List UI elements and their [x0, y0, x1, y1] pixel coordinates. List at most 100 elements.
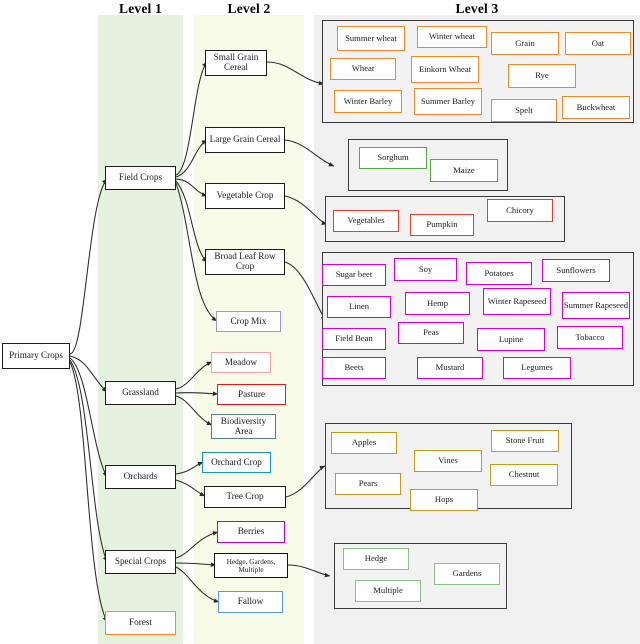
leaf-label: Maize	[453, 164, 475, 175]
node-label: Pasture	[237, 388, 266, 399]
node-label: Crop Mix	[230, 315, 267, 326]
leaf-box[interactable]: Sorghum	[359, 147, 427, 169]
leaf-box[interactable]: Wheat	[330, 58, 396, 80]
leaf-label: Winter wheat	[428, 31, 476, 42]
leaf-label: Vines	[438, 455, 458, 466]
leaf-box[interactable]: Rye	[508, 64, 576, 88]
leaf-box[interactable]: Soy	[394, 258, 457, 281]
diagram-canvas: Level 1 Level 2 Level 3 Primary Crops Fi…	[0, 0, 640, 644]
leaf-box[interactable]: Mustard	[417, 357, 483, 379]
leaf-box[interactable]: Linen	[327, 296, 391, 318]
leaf-box[interactable]: Chestnut	[490, 464, 558, 486]
leaf-box[interactable]: Beets	[322, 357, 386, 379]
node-orchard-crop[interactable]: Orchard Crop	[202, 452, 271, 473]
node-label: Grassland	[122, 387, 159, 398]
leaf-box[interactable]: Winter wheat	[417, 26, 487, 48]
node-meadow[interactable]: Meadow	[211, 352, 271, 373]
node-label: Small Grain Cereal	[213, 52, 259, 72]
node-small-grain-cereal[interactable]: Small Grain Cereal	[205, 50, 267, 76]
node-biodiversity-area[interactable]: Biodiversity Area	[211, 414, 276, 439]
leaf-box[interactable]: Maize	[430, 159, 498, 182]
node-label: Primary Crops	[9, 350, 63, 361]
leaf-label: Lupine	[498, 333, 524, 344]
leaf-label: Vegetables	[347, 215, 385, 226]
leaf-label: Winter Rapeseed	[487, 295, 547, 306]
node-primary-crops[interactable]: Primary Crops	[2, 343, 70, 369]
leaf-box[interactable]: Hemp	[405, 292, 470, 315]
leaf-label: Multiple	[373, 585, 403, 596]
leaf-label: Chicory	[506, 204, 534, 215]
leaf-box[interactable]: Hedge	[343, 548, 409, 570]
leaf-label: Stone Fruit	[505, 435, 545, 446]
leaf-box[interactable]: Winter Rapeseed	[483, 288, 551, 315]
node-label: Forest	[129, 617, 152, 628]
leaf-label: Winter Barley	[343, 95, 393, 106]
leaf-box[interactable]: Oat	[565, 32, 631, 55]
leaf-label: Peas	[423, 327, 439, 338]
leaf-label: Sugar beet	[335, 269, 373, 280]
leaf-label: Mustard	[435, 362, 465, 373]
leaf-box[interactable]: Sunflowers	[542, 259, 610, 282]
leaf-label: Buckwheat	[576, 101, 616, 112]
column-header-level2: Level 2	[227, 1, 271, 16]
leaf-box[interactable]: Pumpkin	[410, 214, 474, 236]
node-label: Large Grain Cereal	[209, 134, 281, 145]
leaf-box[interactable]: Peas	[398, 322, 464, 344]
node-pasture[interactable]: Pasture	[217, 384, 286, 405]
leaf-label: Sorghum	[377, 152, 409, 163]
node-berries[interactable]: Berries	[217, 521, 285, 543]
node-label: Special Crops	[114, 556, 167, 567]
leaf-box[interactable]: Grain	[491, 32, 559, 55]
leaf-box[interactable]: Vegetables	[333, 210, 399, 232]
node-special-crops[interactable]: Special Crops	[105, 550, 176, 574]
node-label: Orchard Crop	[211, 456, 262, 467]
leaf-box[interactable]: Multiple	[355, 580, 421, 602]
node-crop-mix[interactable]: Crop Mix	[216, 311, 281, 332]
node-vegetable-crop[interactable]: Vegetable Crop	[205, 183, 285, 209]
node-large-grain-cereal[interactable]: Large Grain Cereal	[205, 127, 285, 153]
node-orchards[interactable]: Orchards	[105, 465, 176, 489]
leaf-box[interactable]: Potatoes	[466, 262, 532, 285]
leaf-box[interactable]: Einkorn Wheat	[411, 56, 479, 83]
leaf-label: Oat	[591, 37, 605, 48]
node-forest[interactable]: Forest	[105, 611, 176, 635]
node-tree-crop[interactable]: Tree Crop	[204, 486, 286, 508]
leaf-box[interactable]: Legumes	[503, 357, 571, 379]
leaf-box[interactable]: Summer Rapeseed	[562, 292, 630, 319]
leaf-box[interactable]: Sugar beet	[322, 264, 386, 286]
leaf-label: Apples	[351, 437, 377, 448]
leaf-label: Potatoes	[484, 267, 514, 278]
node-label: Broad Leaf Row Crop	[214, 251, 276, 271]
leaf-box[interactable]: Summer Barley	[414, 88, 482, 115]
node-label: Biodiversity Area	[220, 415, 267, 436]
leaf-box[interactable]: Buckwheat	[562, 96, 630, 119]
node-label: Orchards	[123, 471, 158, 482]
leaf-label: Summer wheat	[345, 32, 397, 43]
leaf-box[interactable]: Chicory	[487, 199, 553, 222]
leaf-box[interactable]: Spelt	[491, 99, 557, 122]
leaf-box[interactable]: Tobacco	[557, 326, 623, 349]
leaf-box[interactable]: Summer wheat	[337, 26, 405, 51]
leaf-box[interactable]: Stone Fruit	[491, 430, 559, 452]
leaf-label: Hemp	[426, 297, 448, 308]
node-hedge-gardens-multiple[interactable]: Hedge, Gardens, Multiple	[214, 553, 288, 578]
leaf-box[interactable]: Vines	[414, 450, 482, 472]
leaf-box[interactable]: Pears	[335, 473, 401, 495]
node-fallow[interactable]: Fallow	[218, 591, 283, 613]
node-field-crops[interactable]: Field Crops	[105, 166, 176, 190]
leaf-box[interactable]: Winter Barley	[334, 90, 402, 113]
node-label: Berries	[237, 526, 265, 537]
leaf-box[interactable]: Lupine	[477, 328, 545, 351]
node-label: Fallow	[237, 596, 264, 607]
leaf-box[interactable]: Field Bean	[322, 328, 386, 350]
leaf-label: Hops	[434, 494, 454, 505]
leaf-label: Linen	[348, 301, 370, 312]
node-broad-leaf-row-crop[interactable]: Broad Leaf Row Crop	[205, 249, 285, 275]
node-grassland[interactable]: Grassland	[105, 381, 176, 405]
column-header-level1: Level 1	[118, 1, 162, 16]
leaf-label: Einkorn Wheat	[418, 63, 472, 74]
leaf-box[interactable]: Gardens	[434, 563, 500, 585]
leaf-box[interactable]: Apples	[331, 432, 397, 454]
leaf-box[interactable]: Hops	[410, 489, 478, 511]
leaf-label: Sunflowers	[556, 264, 596, 275]
